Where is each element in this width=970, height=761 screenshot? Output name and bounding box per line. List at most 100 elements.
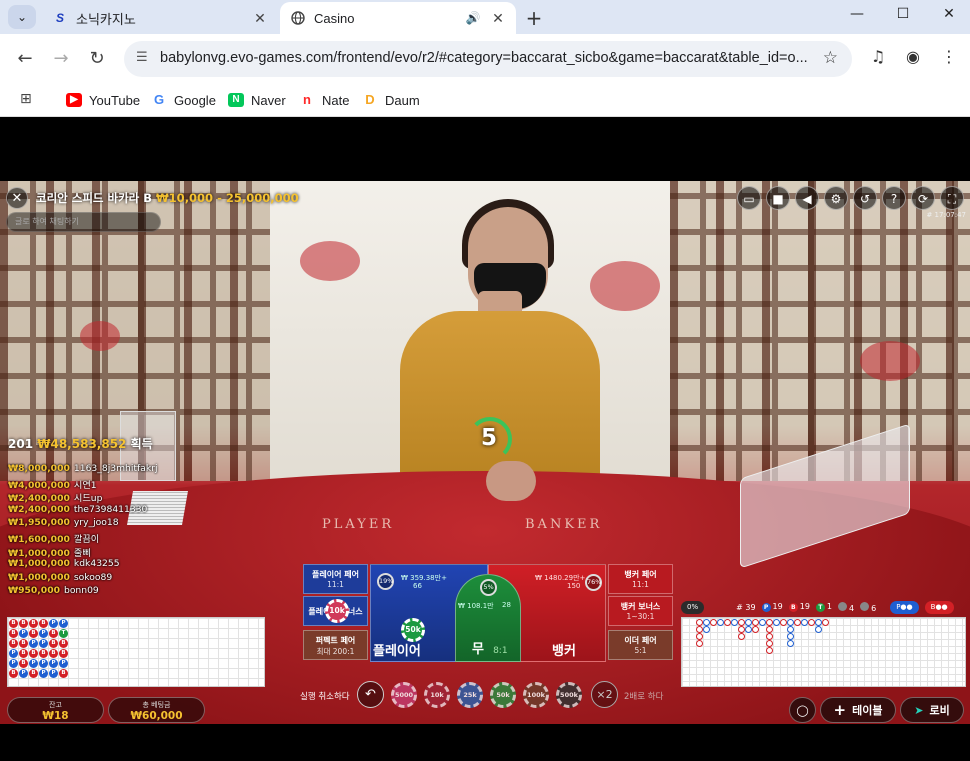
close-icon[interactable]: ✕ — [252, 10, 268, 27]
list-item: ₩2,400,000 the7398411330 — [8, 503, 148, 515]
bead-road[interactable]: BBBBPPBPBPBTBBPPBBPBBBBBPBPPPPBPBPPB — [7, 617, 265, 687]
bead-road-cell: P — [59, 619, 68, 628]
bead-road-cell: B — [19, 619, 28, 628]
big-road-cell — [773, 619, 780, 626]
daum-icon: D — [365, 92, 375, 107]
bookmark-google[interactable]: G Google — [151, 90, 216, 110]
banker-ask-road-button[interactable]: B●● — [924, 600, 954, 614]
tie-percent: 5% — [480, 579, 497, 596]
player-ask-road-button[interactable]: P●● — [890, 600, 919, 614]
close-game-button[interactable]: ✕ — [6, 187, 28, 209]
bead-road-cell: P — [39, 639, 48, 648]
tab-search-button[interactable]: ⌄ — [8, 5, 36, 29]
bead-road-cell: P — [29, 639, 38, 648]
table-button[interactable]: + 테이블 — [820, 697, 896, 723]
video-icon[interactable]: ■ — [766, 186, 790, 210]
big-road-cell — [766, 626, 773, 633]
big-road[interactable] — [681, 617, 966, 687]
url-text[interactable]: babylonvg.evo-games.com/frontend/evo/r2/… — [160, 50, 810, 66]
big-road-cell — [738, 633, 745, 640]
apps-grid-icon[interactable]: ⊞ — [20, 91, 32, 107]
chip-500k[interactable]: 500k — [556, 682, 582, 708]
profile-icon[interactable]: ◉ — [901, 47, 925, 66]
rotate-icon[interactable]: ⟳ — [911, 186, 935, 210]
google-icon: G — [153, 92, 165, 107]
speaker-icon[interactable]: 🔊 — [464, 11, 482, 25]
bead-road-cell: P — [49, 659, 58, 668]
chip-50k[interactable]: 50k — [490, 682, 516, 708]
chip-25k[interactable]: 25k — [457, 682, 483, 708]
site-settings-icon[interactable]: ☰ — [136, 50, 148, 65]
round-timestamp: # 17:07:47 — [926, 211, 966, 219]
banker-count: 150 — [567, 582, 581, 590]
chevron-down-icon: ⌄ — [16, 10, 28, 24]
chip-100k[interactable]: 100k — [523, 682, 549, 708]
address-bar[interactable]: ☰ babylonvg.evo-games.com/frontend/evo/r… — [124, 41, 852, 77]
total-bet-label: 총 베팅금 — [142, 701, 171, 709]
chip-5000[interactable]: 5000 — [391, 682, 417, 708]
tie-bet[interactable]: 5% ₩ 108.1만 28 무 8:1 — [455, 574, 521, 662]
settings-gear-icon[interactable]: ⚙ — [824, 186, 848, 210]
table-limits[interactable]: ₩10,000 - 25,000,000 — [156, 191, 299, 205]
media-control-icon[interactable]: ♫ — [866, 47, 890, 66]
bead-road-cell: B — [49, 629, 58, 638]
close-window-button[interactable]: ✕ — [934, 6, 964, 22]
bead-road-cell: B — [29, 649, 38, 658]
player-percent: 19% — [377, 573, 394, 590]
big-road-cell — [794, 619, 801, 626]
lobby-button[interactable]: ➤ 로비 — [900, 697, 964, 723]
bead-road-cell: B — [39, 649, 48, 658]
perfect-pair-bet[interactable]: 퍼펙트 페어 최대 200:1 — [303, 630, 368, 660]
back-button[interactable]: ← — [13, 47, 37, 71]
bead-road-cell: B — [59, 639, 68, 648]
tab-casino[interactable]: Casino 🔊 ✕ — [280, 2, 516, 34]
dealer-hands — [486, 461, 536, 501]
history-icon[interactable]: ↺ — [853, 186, 877, 210]
bookmark-daum[interactable]: D Daum — [362, 90, 419, 110]
bookmark-nate[interactable]: n Nate — [299, 90, 349, 110]
countdown-number: 5 — [480, 425, 497, 451]
menu-dots-icon[interactable]: ⋮ — [937, 47, 961, 66]
chat-input[interactable]: 글로 하여 채팅하기 — [6, 212, 161, 232]
player-pair-bet[interactable]: 플레이어 페어 11:1 — [303, 564, 368, 594]
bead-road-cell: B — [49, 639, 58, 648]
chat-icon[interactable]: ▭ — [737, 186, 761, 210]
sound-icon[interactable]: ◀ — [795, 186, 819, 210]
reload-button[interactable]: ↻ — [85, 47, 109, 71]
big-road-cell — [787, 640, 794, 647]
list-item: ₩8,000,000 1163_8j3mhitfakrj — [8, 463, 158, 474]
balance-value: ₩18 — [42, 710, 69, 722]
sonic-favicon-icon: S — [55, 11, 64, 25]
big-road-cell — [703, 626, 710, 633]
forward-button[interactable]: → — [49, 47, 73, 71]
either-pair-bet[interactable]: 이더 페어 5:1 — [608, 630, 673, 660]
banker-wins: B 19 — [788, 602, 810, 612]
maximize-button[interactable]: ☐ — [888, 6, 918, 22]
banker-pair-bet[interactable]: 뱅커 페어 11:1 — [608, 564, 673, 594]
placed-chip: 10k — [325, 599, 349, 623]
new-tab-button[interactable]: + — [522, 6, 546, 30]
bookmark-star-icon[interactable]: ☆ — [823, 48, 838, 68]
fullscreen-icon[interactable]: ⛶ — [940, 186, 964, 210]
bead-road-cell: B — [19, 649, 28, 658]
blossom-decoration — [300, 241, 360, 281]
double-button[interactable]: ×2 — [591, 681, 618, 708]
pair-dot-icon — [860, 601, 870, 611]
bookmark-youtube[interactable]: ▶ YouTube — [66, 90, 140, 110]
bookmark-naver[interactable]: N Naver — [228, 90, 286, 110]
winners-total: ₩48,583,852 — [37, 437, 127, 451]
undo-button[interactable]: ↶ — [357, 681, 384, 708]
road-percent: 0% — [681, 600, 705, 614]
chat-bubble-button[interactable]: ◯ — [789, 697, 816, 723]
big-road-cell — [717, 619, 724, 626]
help-icon[interactable]: ? — [882, 186, 906, 210]
close-icon[interactable]: ✕ — [490, 10, 506, 27]
bead-road-cell: B — [19, 659, 28, 668]
list-item: ₩950,000 bonn09 — [8, 585, 99, 597]
tab-title: Casino — [314, 10, 355, 26]
minimize-button[interactable]: — — [842, 6, 872, 22]
banker-bonus-bet[interactable]: 뱅커 보너스 1~30:1 — [608, 596, 673, 626]
table-name: 코리안 스피드 바카라 B — [36, 191, 152, 205]
chip-10k[interactable]: 10k — [424, 682, 450, 708]
tab-sonic-casino[interactable]: S 소닉카지노 ✕ — [42, 2, 278, 34]
